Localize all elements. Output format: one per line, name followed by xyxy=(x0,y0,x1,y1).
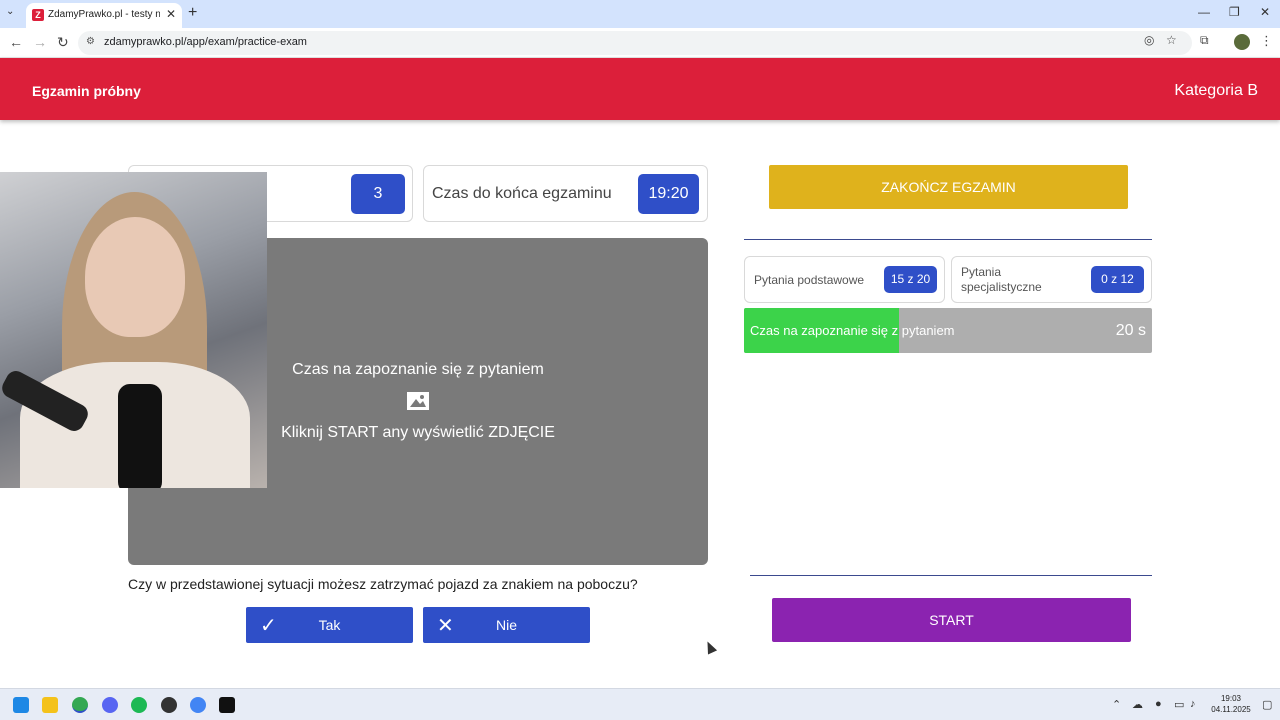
tiktok-icon[interactable] xyxy=(219,697,235,713)
cloud-icon[interactable]: ☁ xyxy=(1132,698,1143,711)
restore-icon[interactable]: ❐ xyxy=(1229,5,1240,19)
browser-address-bar: ← → ↻ ⚙ zdamyprawko.pl/app/exam/practice… xyxy=(0,28,1280,58)
back-icon[interactable]: ← xyxy=(9,34,23,50)
divider-bottom xyxy=(750,575,1152,576)
question-text: Czy w przedstawionej sytuacji możesz zat… xyxy=(128,576,638,592)
chrome-icon[interactable] xyxy=(72,697,88,713)
new-tab-icon[interactable]: + xyxy=(188,4,197,22)
chrome-profile-icon[interactable] xyxy=(190,697,206,713)
webcam-overlay xyxy=(0,172,267,488)
divider-top xyxy=(744,239,1152,240)
special-questions-label-1: Pytania xyxy=(961,265,1002,279)
tab-title: ZdamyPrawko.pl - testy na pra xyxy=(48,9,160,20)
special-questions-box: Pytania specjalistyczne 0 z 12 xyxy=(951,256,1152,303)
exam-timer-box: Czas do końca egzaminu 19:20 xyxy=(423,165,708,222)
image-icon xyxy=(407,392,429,410)
site-info-icon[interactable]: ⚙ xyxy=(86,36,95,47)
spotify-icon[interactable] xyxy=(131,697,147,713)
end-exam-button[interactable]: ZAKOŃCZ EGZAMIN xyxy=(769,165,1128,209)
file-explorer-icon[interactable] xyxy=(42,697,58,713)
windows-start-icon[interactable] xyxy=(13,697,29,713)
close-tab-icon[interactable]: ✕ xyxy=(166,7,176,21)
microphone-icon[interactable]: ● xyxy=(1155,698,1162,710)
profile-avatar[interactable] xyxy=(1234,34,1250,50)
network-icon[interactable]: ▭ xyxy=(1174,698,1184,711)
mouse-cursor xyxy=(702,639,718,655)
special-questions-label-2: specjalistyczne xyxy=(961,280,1042,294)
minimize-icon[interactable]: — xyxy=(1198,5,1210,19)
discord-icon[interactable] xyxy=(102,697,118,713)
eye-off-icon[interactable]: ◎ xyxy=(1144,33,1154,47)
browser-menu-icon[interactable]: ⋮ xyxy=(1260,33,1273,49)
obs-icon[interactable] xyxy=(161,697,177,713)
special-questions-count: 0 z 12 xyxy=(1091,266,1144,293)
category-label: Kategoria B xyxy=(1174,82,1258,99)
answer-yes-label: Tak xyxy=(318,617,341,633)
reading-timer-bar: Czas na zapoznanie się z pytaniem 20 s xyxy=(744,308,1152,353)
extensions-icon[interactable]: ⧉ xyxy=(1200,33,1209,48)
reading-timer-seconds: 20 s xyxy=(1115,322,1146,339)
reload-icon[interactable]: ↻ xyxy=(57,34,69,51)
tray-chevron-icon[interactable]: ⌃ xyxy=(1112,698,1121,711)
answer-yes-button[interactable]: ✓ Tak xyxy=(246,607,413,643)
volume-icon[interactable]: ♪ xyxy=(1190,698,1196,710)
favicon-icon: Z xyxy=(32,9,44,21)
reading-timer-label: Czas na zapoznanie się z pytaniem xyxy=(750,323,955,338)
browser-tab[interactable]: Z ZdamyPrawko.pl - testy na pra ✕ xyxy=(26,3,182,28)
exam-timer-label: Czas do końca egzaminu xyxy=(432,185,612,202)
url-field[interactable]: ⚙ zdamyprawko.pl/app/exam/practice-exam xyxy=(78,31,1192,55)
clock-time: 19:03 xyxy=(1220,694,1242,703)
browser-tab-bar: ⌄ Z ZdamyPrawko.pl - testy na pra ✕ + — … xyxy=(0,0,1280,28)
basic-questions-label: Pytania podstawowe xyxy=(754,273,865,287)
windows-taskbar: ⌃ ☁ ● ▭ ♪ 19:03 04.11.2025 ▢ xyxy=(0,688,1280,720)
question-number: 3 xyxy=(351,174,405,214)
basic-questions-count: 15 z 20 xyxy=(884,266,937,293)
url-text: zdamyprawko.pl/app/exam/practice-exam xyxy=(104,36,307,48)
answer-no-label: Nie xyxy=(495,617,517,633)
microphone xyxy=(118,384,162,488)
page-title: Egzamin próbny xyxy=(32,83,141,99)
clock[interactable]: 19:03 04.11.2025 xyxy=(1206,693,1256,715)
answer-no-button[interactable]: ✕ Nie xyxy=(423,607,590,643)
tab-list-icon[interactable]: ⌄ xyxy=(6,6,14,17)
star-icon[interactable]: ☆ xyxy=(1166,33,1177,47)
webcam-person-face xyxy=(85,217,185,337)
close-window-icon[interactable]: ✕ xyxy=(1260,5,1270,19)
app-header: Egzamin próbny Kategoria B xyxy=(0,58,1280,120)
start-button[interactable]: START xyxy=(772,598,1131,642)
basic-questions-box: Pytania podstawowe 15 z 20 xyxy=(744,256,945,303)
exam-timer-value: 19:20 xyxy=(638,174,699,214)
clock-date: 04.11.2025 xyxy=(1211,705,1251,714)
forward-icon[interactable]: → xyxy=(33,34,47,50)
notifications-icon[interactable]: ▢ xyxy=(1262,698,1272,711)
